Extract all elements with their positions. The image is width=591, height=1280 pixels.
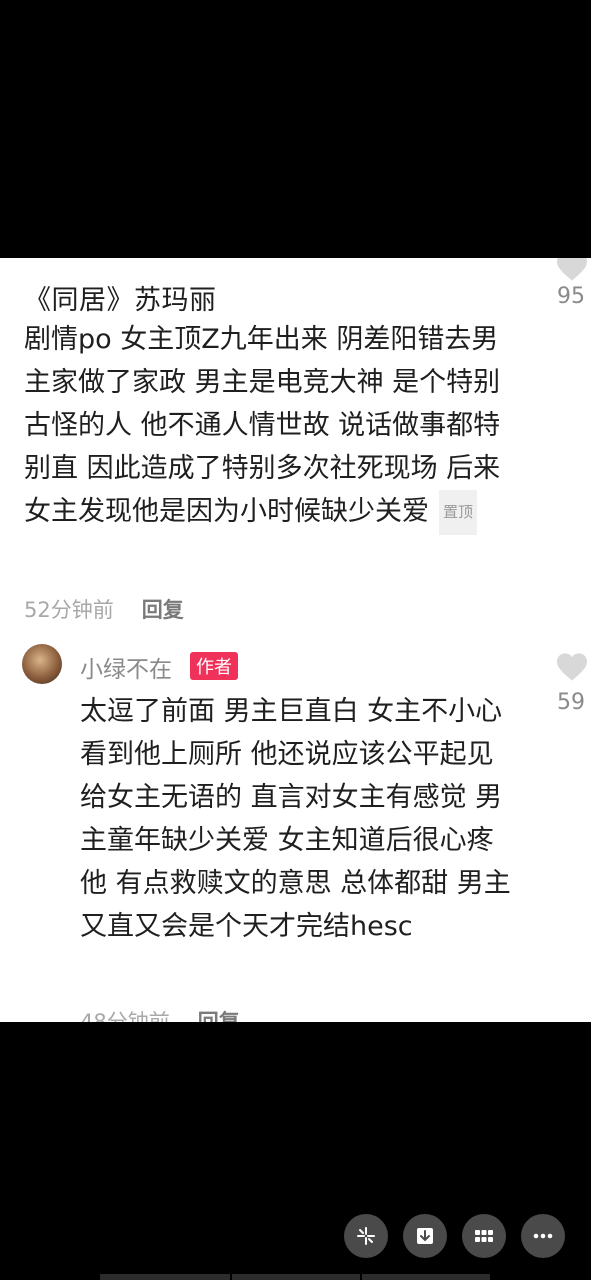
author-badge: 作者 (190, 652, 238, 680)
reply-button[interactable]: 回复 (142, 598, 184, 622)
bottom-bar (0, 1274, 591, 1280)
comment-meta: 48分钟前 回复 (80, 1006, 240, 1022)
author-name[interactable]: 小绿不在 (80, 650, 172, 684)
heart-icon[interactable] (555, 652, 589, 682)
download-icon (417, 1228, 433, 1244)
pinned-tag: 置顶 (439, 490, 478, 535)
book-title: 《同居》苏玛丽 (24, 285, 217, 316)
timestamp: 52分钟前 (24, 598, 114, 622)
download-button[interactable] (403, 1214, 447, 1258)
sparkle-button[interactable] (344, 1214, 388, 1258)
comment-meta: 52分钟前 回复 (24, 594, 184, 624)
like-count: 95 (557, 284, 585, 309)
like-count: 59 (557, 690, 585, 715)
avatar[interactable] (22, 644, 62, 684)
reply-text: 太逗了前面 男主巨直白 女主不小心看到他上厕所 他还说应该公平起见 给女主无语的… (80, 696, 511, 942)
more-icon (533, 1233, 553, 1239)
grid-button[interactable] (462, 1214, 506, 1258)
reply-button[interactable]: 回复 (198, 1010, 240, 1022)
comment-text: 剧情po 女主顶Z九年出来 阴差阳错去男主家做了家政 男主是电竞大神 是个特别古… (24, 318, 524, 535)
timestamp: 48分钟前 (80, 1010, 170, 1022)
heart-icon[interactable] (555, 258, 589, 282)
comment-body: 剧情po 女主顶Z九年出来 阴差阳错去男主家做了家政 男主是电竞大神 是个特别古… (24, 324, 501, 527)
screenshot-content: 95 《同居》苏玛丽 剧情po 女主顶Z九年出来 阴差阳错去男主家做了家政 男主… (0, 258, 591, 1022)
grid-icon (475, 1230, 493, 1242)
more-button[interactable] (521, 1214, 565, 1258)
sparkle-icon (357, 1227, 375, 1245)
